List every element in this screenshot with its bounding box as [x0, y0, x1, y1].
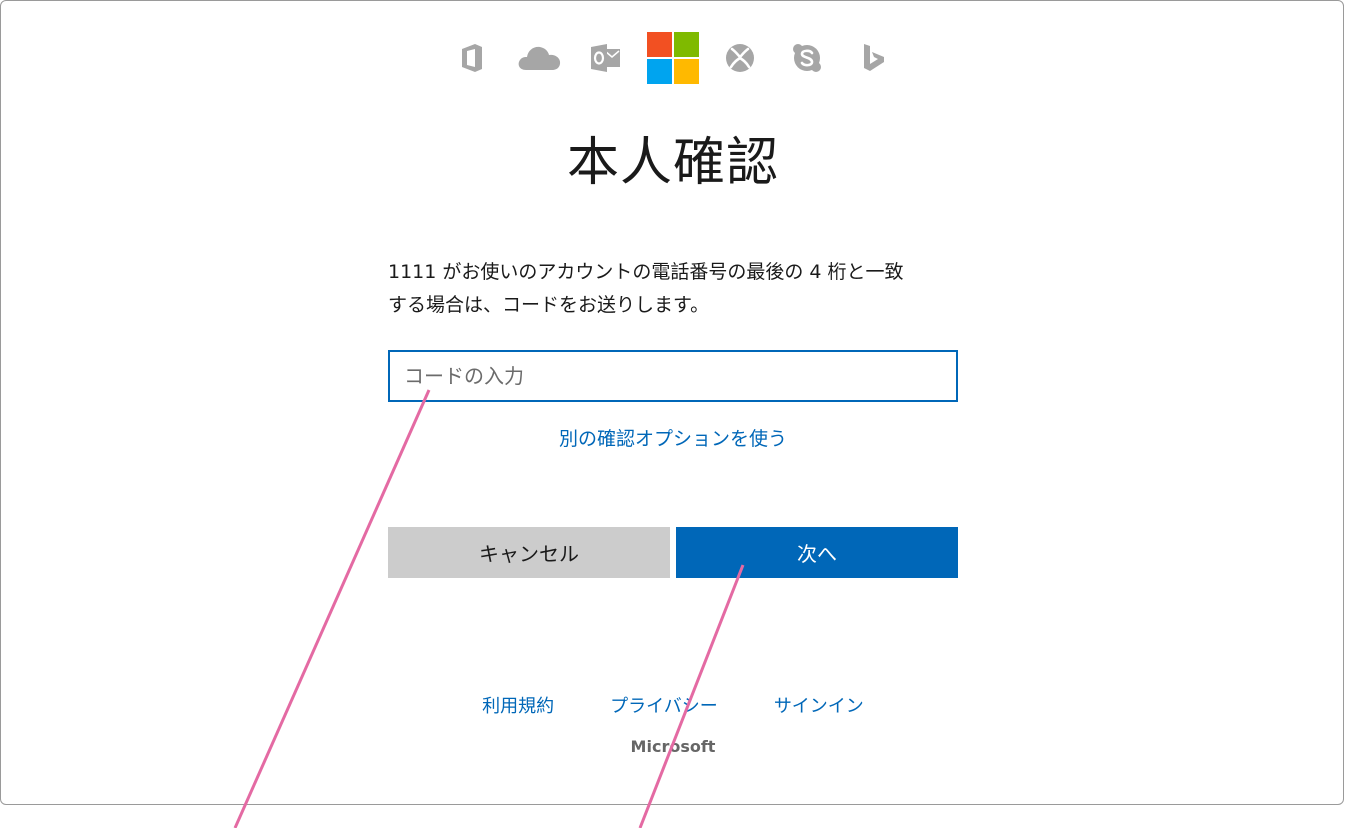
description-text: 1111 がお使いのアカウントの電話番号の最後の 4 桁と一致 する場合は、コー… — [388, 256, 968, 322]
footer-links: 利用規約 プライバシー サインイン — [0, 692, 1346, 718]
signin-link[interactable]: サインイン — [774, 692, 864, 718]
terms-link[interactable]: 利用規約 — [482, 692, 554, 718]
description-line-1: 1111 がお使いのアカウントの電話番号の最後の 4 桁と一致 — [388, 261, 904, 283]
bing-icon — [841, 30, 908, 86]
brand-icon-row — [0, 30, 1346, 86]
privacy-link[interactable]: プライバシー — [610, 692, 718, 718]
microsoft-wordmark: Microsoft — [630, 737, 716, 756]
code-input[interactable] — [388, 350, 958, 402]
microsoft-logo — [640, 30, 707, 86]
cancel-button[interactable]: キャンセル — [388, 527, 670, 578]
xbox-icon — [707, 30, 774, 86]
outlook-icon — [573, 30, 640, 86]
page-title: 本人確認 — [566, 133, 779, 193]
description-line-2: する場合は、コードをお送りします。 — [388, 294, 710, 316]
office-icon — [439, 30, 506, 86]
alternate-verification-link[interactable]: 別の確認オプションを使う — [0, 424, 1346, 451]
skype-icon — [774, 30, 841, 86]
next-button[interactable]: 次へ — [676, 527, 958, 578]
onedrive-icon — [506, 30, 573, 86]
